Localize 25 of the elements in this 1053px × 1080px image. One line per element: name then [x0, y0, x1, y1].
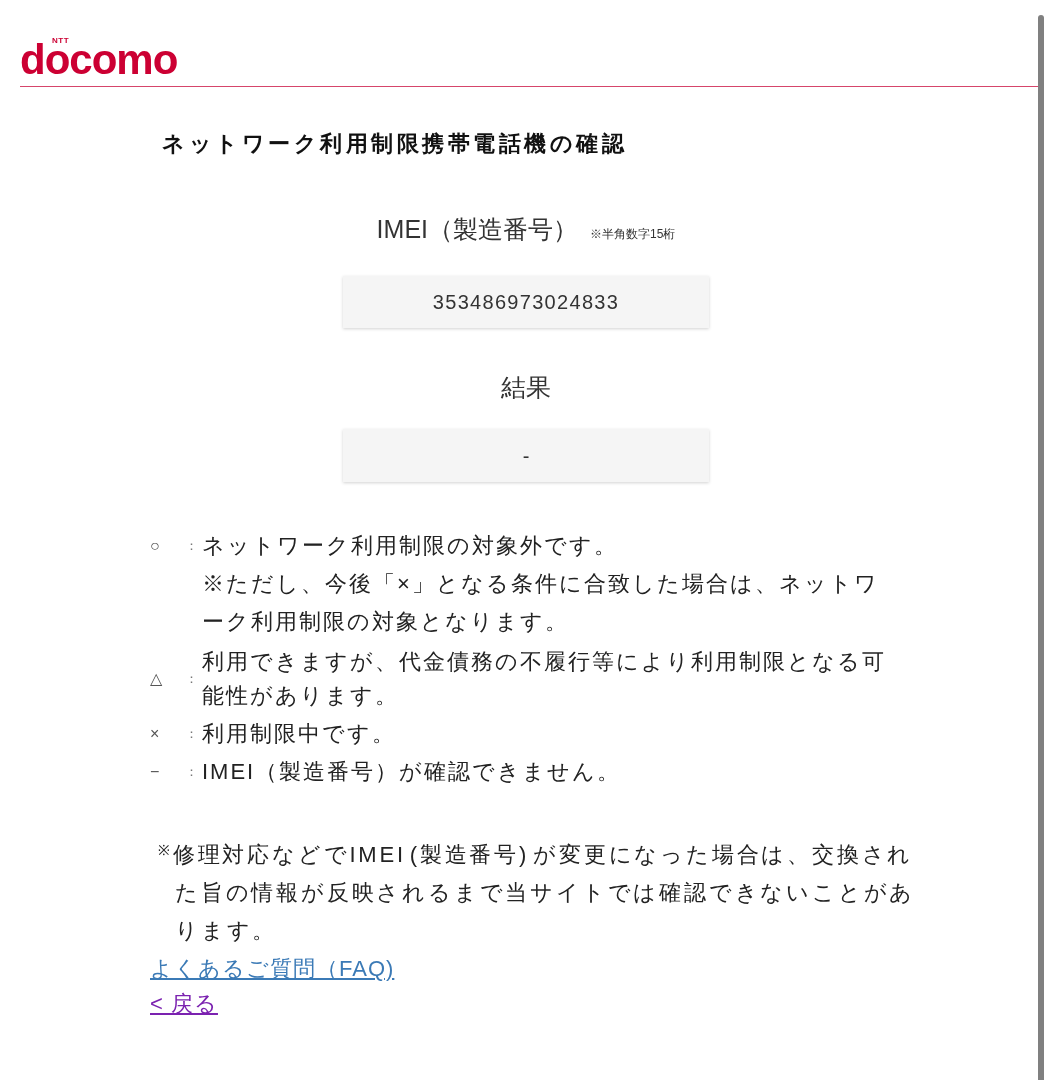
imei-label: IMEI（製造番号） [376, 214, 578, 245]
legend-separator: ： [183, 670, 199, 688]
logo-subtext: NTT [52, 37, 70, 44]
legend-text: 利用できますが、代金債務の不履行等により利用制限となる可能性があります。 [202, 648, 886, 710]
text-link[interactable]: よくあるご質問（FAQ) [150, 956, 395, 981]
footnote-text: $^{※}$修理対応などでIMEI (製造番号) が変更になった場合は、交換された旨の情報が反映されるまで当サイトでは確認できないことがあります。 [158, 841, 917, 945]
legend-text: ネットワーク利用制限の対象外です。 [202, 532, 619, 560]
result-field: - [343, 429, 709, 482]
legend-symbol: − [150, 762, 161, 782]
scrollbar[interactable] [1038, 15, 1044, 1080]
result-label: 結果 [500, 372, 552, 403]
legend-text: 利用制限中です。 [202, 720, 397, 748]
legend-note: ※ただし、今後「×」となる条件に合致した場合は、ネットワーク利用制限の対象となります。 [202, 570, 880, 636]
page-title: ネットワーク利用制限携帯電話機の確認 [161, 130, 628, 158]
legend-text: IMEI（製造番号）が確認できません。 [202, 758, 623, 786]
legend-separator: ： [183, 725, 199, 743]
text-link[interactable]: < 戻る [150, 991, 218, 1016]
legend-separator: ： [183, 537, 199, 555]
imei-input[interactable]: 353486973024833 [343, 276, 709, 328]
legend-separator: ： [183, 763, 199, 781]
legend-symbol: ○ [150, 536, 161, 556]
logo-wordmark: docomo [20, 44, 178, 76]
legend-symbol: △ [150, 669, 163, 689]
legend-symbol: × [150, 724, 161, 744]
imei-hint: ※半角数字15桁 [590, 226, 676, 243]
